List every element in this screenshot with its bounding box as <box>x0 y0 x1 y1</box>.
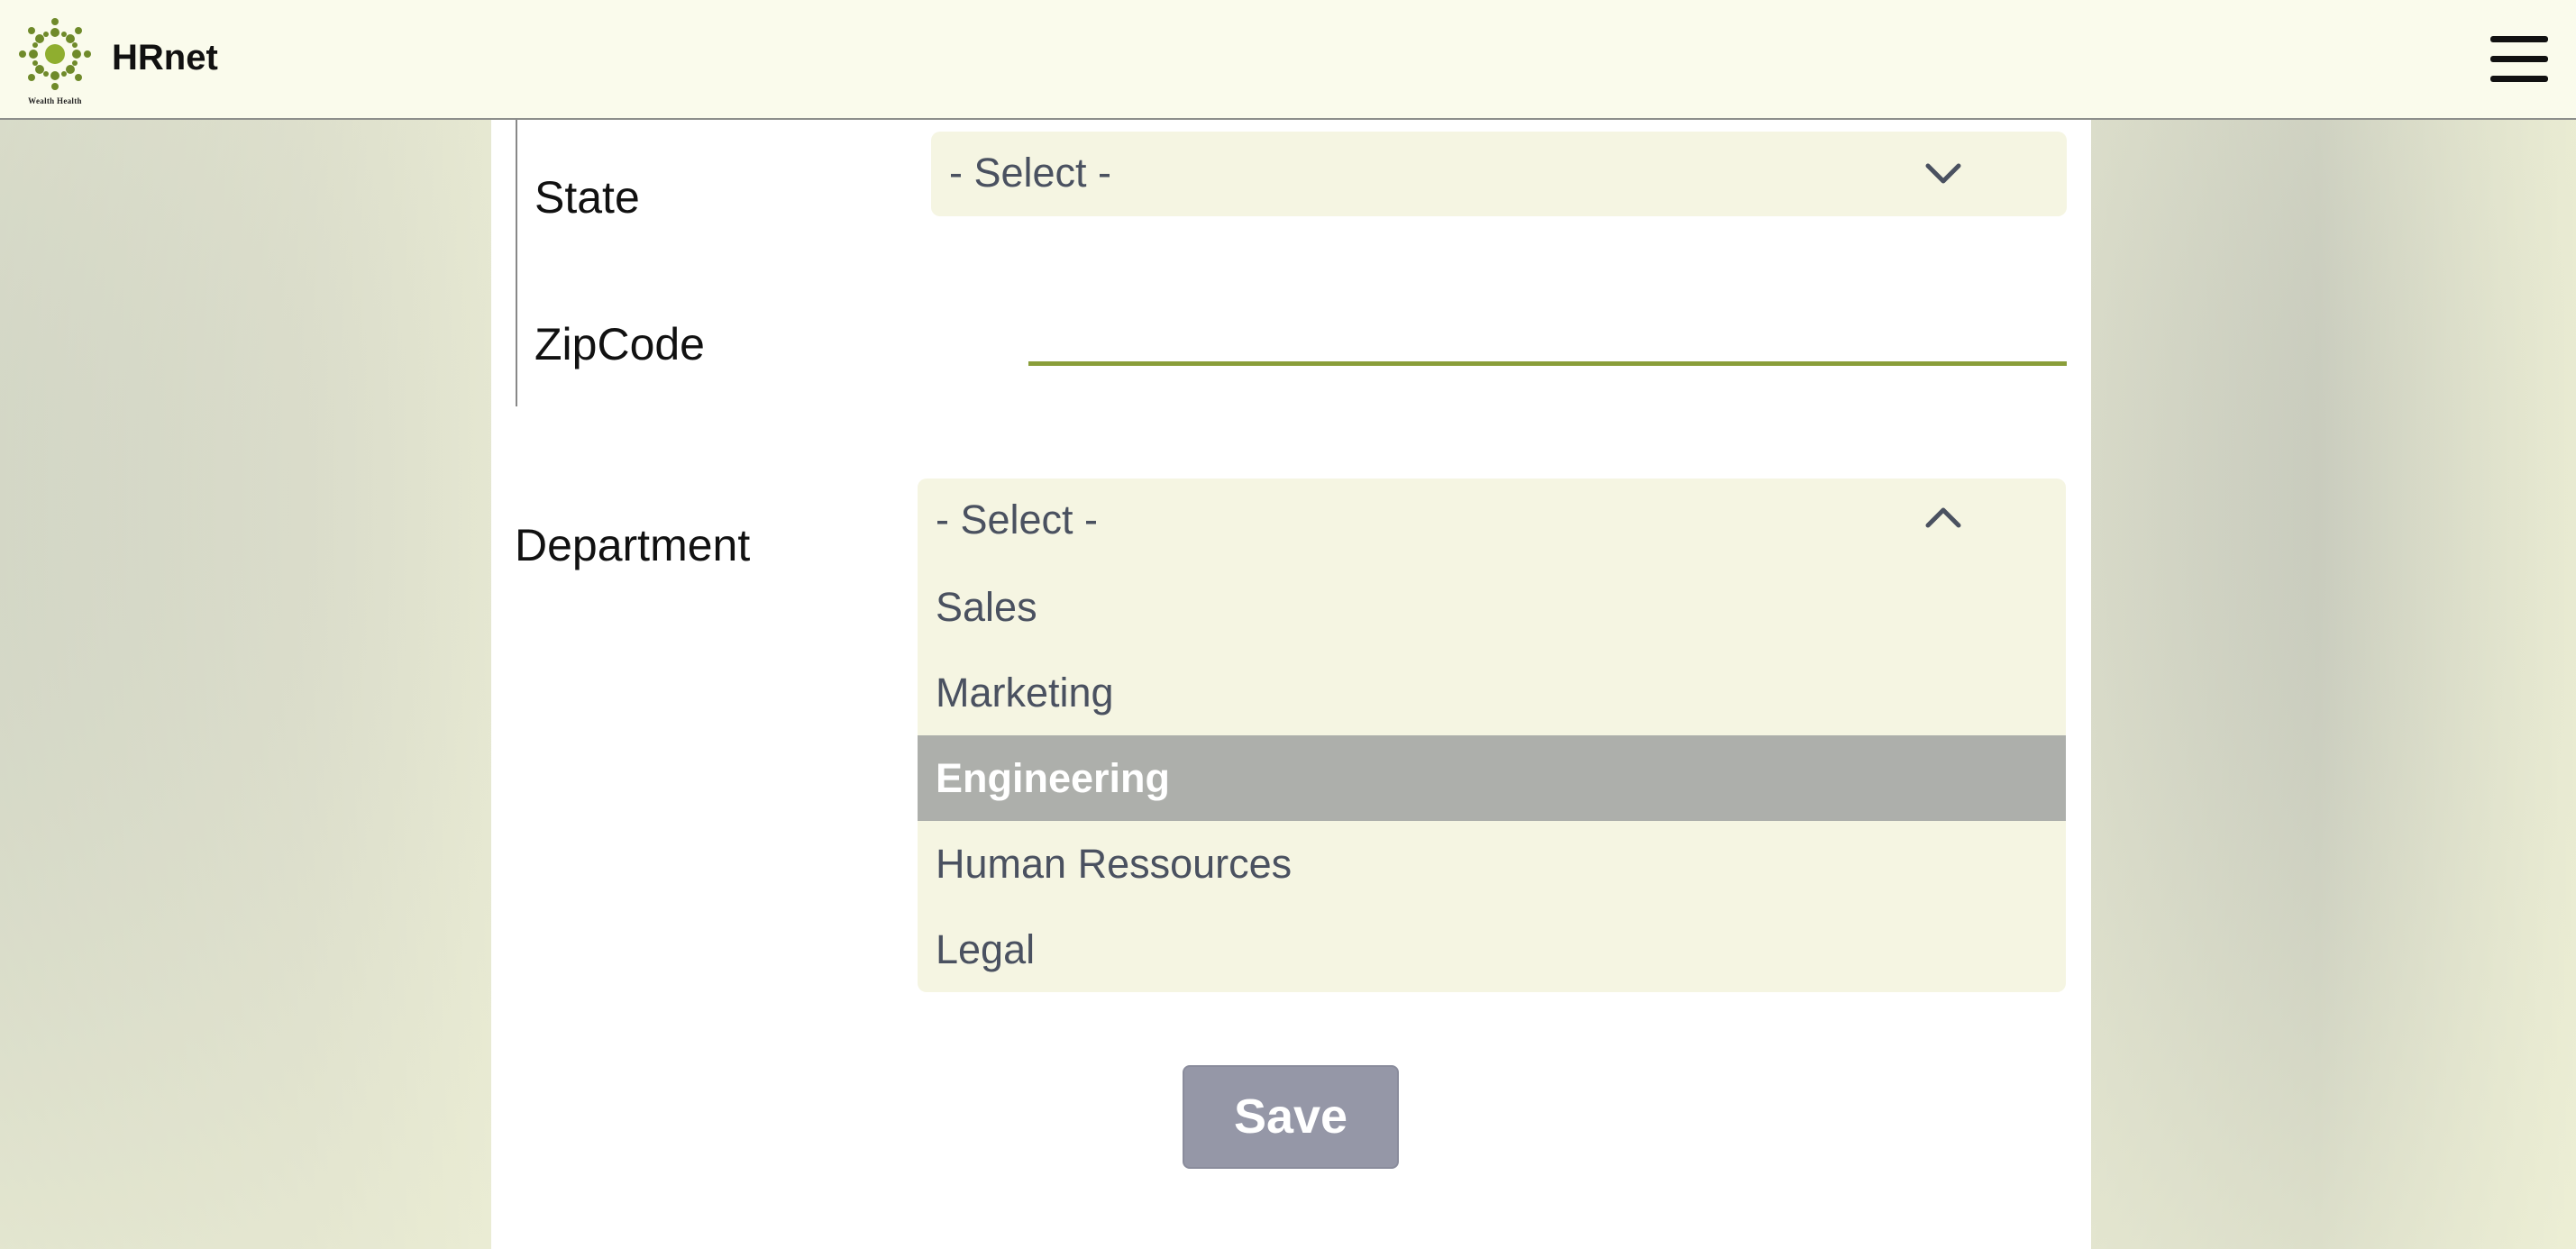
state-select[interactable]: - Select - <box>931 132 2067 216</box>
department-select[interactable]: - Select - <box>918 479 2066 564</box>
app-logo[interactable]: Wealth Health <box>16 14 94 108</box>
hamburger-menu-button[interactable] <box>2488 34 2551 85</box>
hamburger-menu-icon <box>2490 36 2548 42</box>
address-fieldset-border <box>516 120 517 406</box>
state-label: State <box>534 172 640 223</box>
top-navbar: Wealth Health HRnet <box>0 0 2576 120</box>
department-option-engineering[interactable]: Engineering <box>918 735 2066 821</box>
sunburst-logo-icon <box>19 18 91 90</box>
department-option-legal[interactable]: Legal <box>918 907 2066 992</box>
department-dropdown: - Select - Sales Marketing Engineering H… <box>918 479 2066 992</box>
brand-title: HRnet <box>112 38 218 77</box>
chevron-up-icon <box>1925 507 1961 528</box>
department-option-sales[interactable]: Sales <box>918 564 2066 650</box>
zipcode-underline <box>1028 361 2067 366</box>
department-select-value: - Select - <box>936 497 1099 542</box>
zipcode-label: ZipCode <box>534 319 705 369</box>
state-select-value: - Select - <box>949 150 1112 196</box>
zipcode-input[interactable] <box>1028 297 2070 362</box>
logo-caption: Wealth Health <box>28 96 82 105</box>
department-option-human-ressources[interactable]: Human Ressources <box>918 821 2066 907</box>
save-button[interactable]: Save <box>1183 1065 1399 1169</box>
department-label: Department <box>515 520 751 570</box>
chevron-down-icon <box>1925 163 1961 184</box>
department-option-marketing[interactable]: Marketing <box>918 650 2066 735</box>
